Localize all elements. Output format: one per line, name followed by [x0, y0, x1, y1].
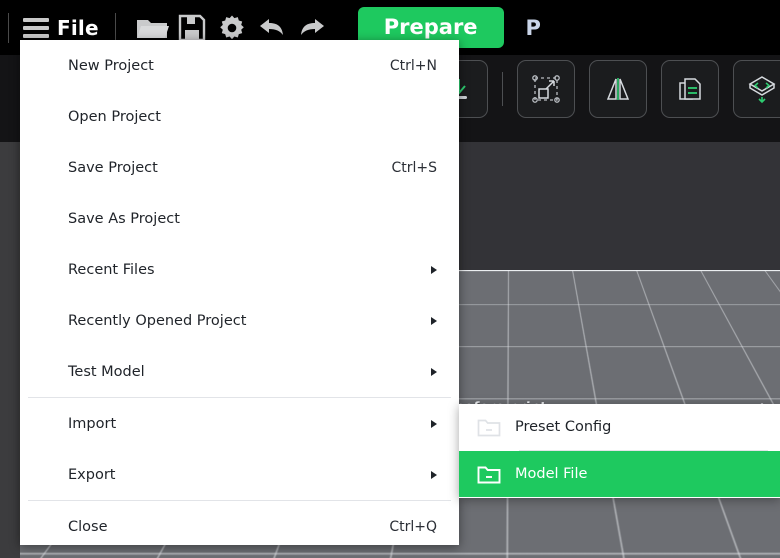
menu-item-label: Save As Project — [68, 210, 180, 227]
menu-item-save-as-project[interactable]: Save As Project — [20, 193, 459, 244]
submenu-item-preset-config[interactable]: Preset Config — [459, 404, 780, 450]
layers-icon[interactable] — [733, 60, 780, 118]
submenu-item-model-file[interactable]: Model File — [459, 451, 780, 497]
menu-item-close[interactable]: Close Ctrl+Q — [20, 501, 459, 552]
chevron-right-icon — [431, 367, 437, 376]
menu-item-new-project[interactable]: New Project Ctrl+N — [20, 40, 459, 91]
copy-icon[interactable] — [661, 60, 719, 118]
application-window: ease apply glue before print Plate — [0, 0, 780, 558]
menu-item-label: Export — [68, 466, 116, 483]
toolbar-divider — [502, 72, 503, 106]
submenu-item-label: Preset Config — [515, 419, 612, 435]
mirror-icon[interactable] — [589, 60, 647, 118]
folder-icon — [477, 416, 501, 438]
menu-item-label: Recent Files — [68, 261, 155, 278]
menu-item-label: Recently Opened Project — [68, 312, 247, 329]
menu-item-label: Import — [68, 415, 117, 432]
viewport-toolbar — [430, 60, 780, 118]
hamburger-icon[interactable] — [23, 17, 49, 38]
menu-item-shortcut: Ctrl+N — [389, 57, 437, 74]
menu-item-recently-opened-project[interactable]: Recently Opened Project — [20, 295, 459, 346]
chevron-right-icon — [431, 470, 437, 479]
submenu-item-label: Model File — [515, 466, 588, 482]
left-rail-lower — [0, 142, 20, 558]
menu-item-export[interactable]: Export — [20, 449, 459, 500]
file-menu-label: File — [57, 15, 99, 40]
menu-item-shortcut: Ctrl+Q — [389, 518, 437, 535]
folder-icon — [477, 463, 501, 485]
menu-item-label: Open Project — [68, 108, 161, 125]
scale-icon[interactable] — [517, 60, 575, 118]
file-dropdown-menu[interactable]: New Project Ctrl+N Open Project Save Pro… — [20, 40, 459, 545]
toolbar-divider — [114, 12, 116, 43]
menu-item-test-model[interactable]: Test Model — [20, 346, 459, 397]
menu-item-label: New Project — [68, 57, 154, 74]
menu-item-label: Save Project — [68, 159, 158, 176]
menu-item-recent-files[interactable]: Recent Files — [20, 244, 459, 295]
menu-item-shortcut: Ctrl+S — [391, 159, 437, 176]
chevron-right-icon — [431, 316, 437, 325]
menu-item-save-project[interactable]: Save Project Ctrl+S — [20, 142, 459, 193]
import-submenu[interactable]: Preset Config Model File — [459, 404, 780, 498]
chevron-right-icon — [431, 265, 437, 274]
menu-item-open-project[interactable]: Open Project — [20, 91, 459, 142]
menu-item-label: Close — [68, 518, 108, 535]
menu-item-import[interactable]: Import — [20, 398, 459, 449]
menu-item-label: Test Model — [68, 363, 145, 380]
preview-button[interactable]: P — [526, 16, 541, 40]
chevron-right-icon — [431, 419, 437, 428]
